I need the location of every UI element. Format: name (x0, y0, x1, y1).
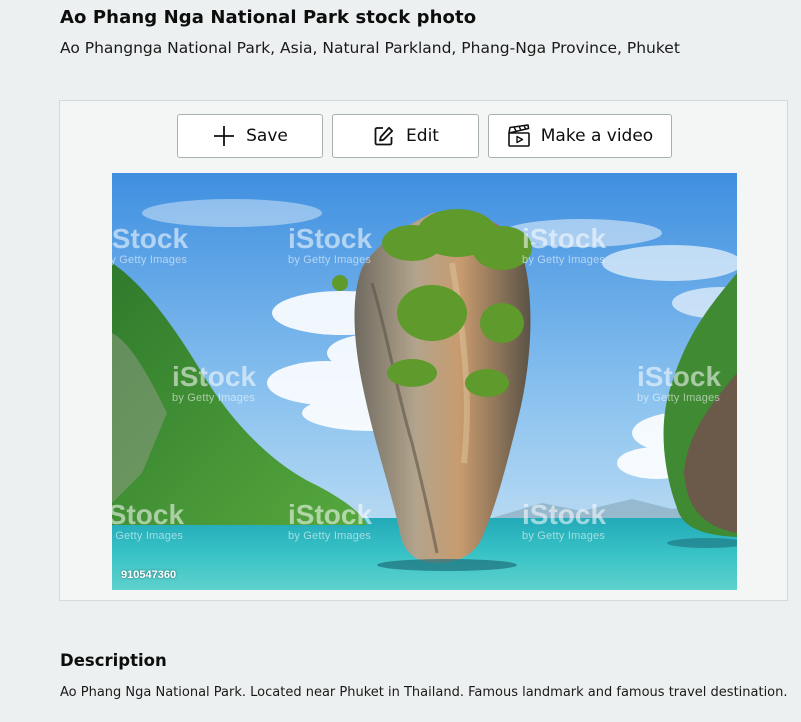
edit-button[interactable]: Edit (332, 114, 479, 158)
clapperboard-icon (507, 124, 531, 148)
save-button-label: Save (246, 126, 288, 146)
make-video-button[interactable]: Make a video (488, 114, 672, 158)
plus-icon (212, 124, 236, 148)
make-video-button-label: Make a video (540, 126, 654, 146)
edit-icon (372, 124, 396, 148)
stock-photo[interactable]: iStock by Getty Images iStock by Getty I… (112, 173, 737, 590)
photo-illustration (112, 173, 737, 590)
description-text: Ao Phang Nga National Park. Located near… (60, 685, 788, 700)
page-title: Ao Phang Nga National Park stock photo (60, 7, 477, 28)
edit-button-label: Edit (406, 126, 439, 146)
description-heading: Description (60, 651, 167, 670)
save-button[interactable]: Save (177, 114, 323, 158)
keyword-list: Ao Phangnga National Park, Asia, Natural… (60, 39, 680, 57)
photo-id: 910547360 (121, 569, 177, 581)
